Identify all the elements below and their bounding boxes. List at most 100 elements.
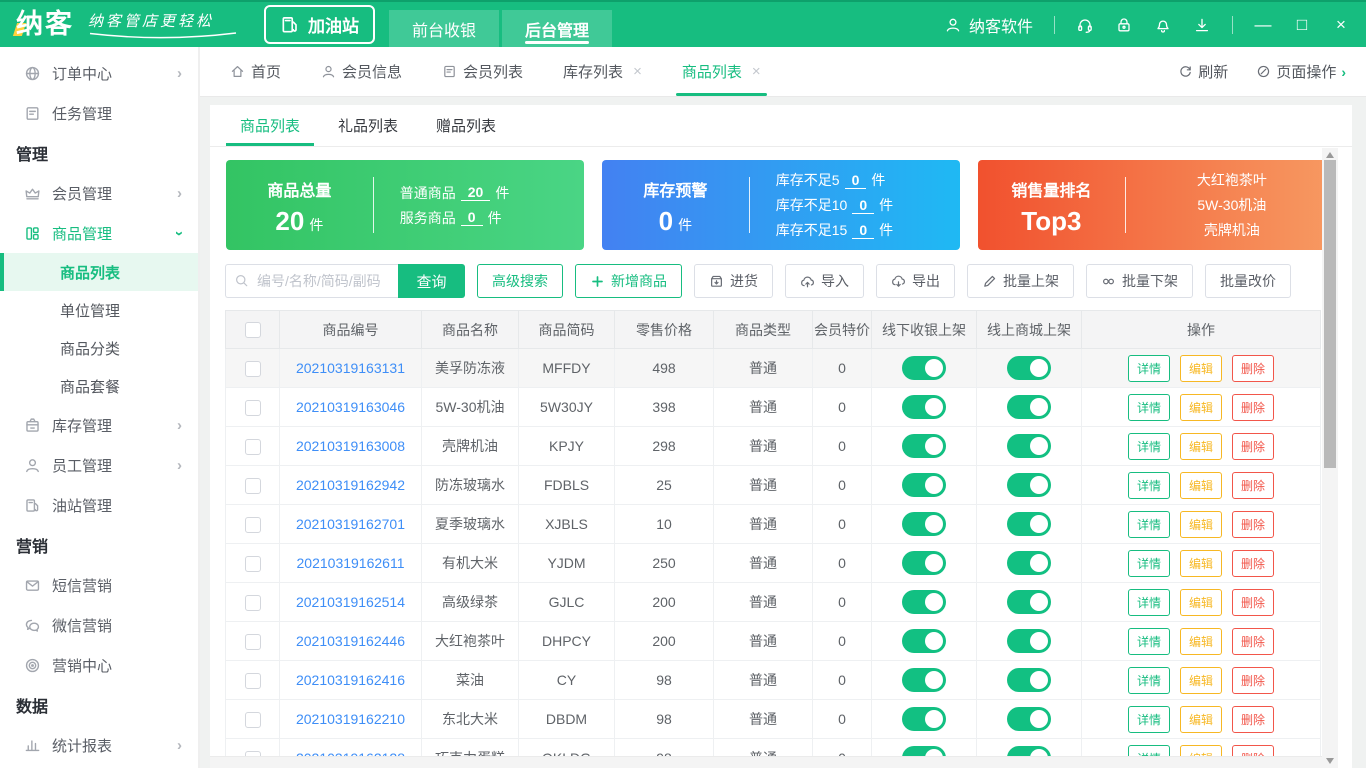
scroll-down-arrow[interactable] <box>1326 758 1334 764</box>
sidebar-item[interactable]: 油站管理 <box>0 485 198 525</box>
horizontal-scrollbar-track[interactable] <box>210 756 1336 768</box>
scrollbar-thumb[interactable] <box>1324 160 1336 468</box>
sidebar-item[interactable]: 微信营销 <box>0 605 198 645</box>
sidebar-item[interactable]: 会员管理 › <box>0 173 198 213</box>
close-icon[interactable]: × <box>633 63 642 80</box>
select-all-checkbox[interactable] <box>244 322 261 339</box>
edit-button[interactable]: 编辑 <box>1179 510 1222 538</box>
header-nav-tab[interactable]: 后台管理 <box>502 10 613 47</box>
offline-toggle[interactable] <box>902 434 946 458</box>
online-toggle[interactable] <box>1007 668 1051 692</box>
close-icon[interactable]: × <box>752 63 761 80</box>
sidebar-item[interactable]: 营销中心 <box>0 645 198 685</box>
detail-button[interactable]: 详情 <box>1127 510 1170 538</box>
detail-button[interactable]: 详情 <box>1127 627 1170 655</box>
page-tab[interactable]: 会员列表 <box>442 47 523 96</box>
toolbar-button[interactable]: 导入 <box>785 264 864 298</box>
row-checkbox[interactable] <box>244 399 261 416</box>
online-toggle[interactable] <box>1007 356 1051 380</box>
offline-toggle[interactable] <box>902 356 946 380</box>
sidebar-subitem[interactable]: 单位管理 <box>0 291 198 329</box>
edit-button[interactable]: 编辑 <box>1179 471 1222 499</box>
delete-button[interactable]: 删除 <box>1232 588 1275 616</box>
online-toggle[interactable] <box>1007 551 1051 575</box>
sidebar-item[interactable]: 库存管理 › <box>0 405 198 445</box>
product-id-link[interactable]: 20210319162942 <box>296 477 405 493</box>
detail-button[interactable]: 详情 <box>1127 471 1170 499</box>
product-id-link[interactable]: 20210319163008 <box>296 438 405 454</box>
sidebar-item[interactable]: 短信营销 <box>0 565 198 605</box>
edit-button[interactable]: 编辑 <box>1179 549 1222 577</box>
toolbar-button[interactable]: 批量上架 <box>967 264 1074 298</box>
online-toggle[interactable] <box>1007 512 1051 536</box>
edit-button[interactable]: 编辑 <box>1179 432 1222 460</box>
sidebar-subitem[interactable]: 商品套餐 <box>0 367 198 405</box>
close-button[interactable]: × <box>1332 16 1350 33</box>
online-toggle[interactable] <box>1007 707 1051 731</box>
product-id-link[interactable]: 20210319162210 <box>296 711 405 727</box>
detail-button[interactable]: 详情 <box>1127 705 1170 733</box>
sidebar-item[interactable]: 员工管理 › <box>0 445 198 485</box>
toolbar-button[interactable]: 批量下架 <box>1086 264 1193 298</box>
delete-button[interactable]: 删除 <box>1232 666 1275 694</box>
delete-button[interactable]: 删除 <box>1232 549 1275 577</box>
detail-button[interactable]: 详情 <box>1127 432 1170 460</box>
scroll-up-arrow[interactable] <box>1326 152 1334 158</box>
row-checkbox[interactable] <box>244 555 261 572</box>
offline-toggle[interactable] <box>902 668 946 692</box>
row-checkbox[interactable] <box>244 672 261 689</box>
online-toggle[interactable] <box>1007 590 1051 614</box>
offline-toggle[interactable] <box>902 395 946 419</box>
sidebar-item[interactable]: 任务管理 <box>0 93 198 133</box>
product-id-link[interactable]: 20210319163131 <box>296 360 405 376</box>
search-input[interactable] <box>225 264 398 298</box>
edit-button[interactable]: 编辑 <box>1179 627 1222 655</box>
online-toggle[interactable] <box>1007 629 1051 653</box>
sidebar-item[interactable]: 订单中心 › <box>0 53 198 93</box>
detail-button[interactable]: 详情 <box>1127 588 1170 616</box>
maximize-button[interactable]: □ <box>1293 16 1311 33</box>
offline-toggle[interactable] <box>902 629 946 653</box>
row-checkbox[interactable] <box>244 594 261 611</box>
user-box[interactable]: 纳客软件 <box>944 13 1033 37</box>
header-nav-tab[interactable]: 前台收银 <box>389 10 500 47</box>
detail-button[interactable]: 详情 <box>1127 354 1170 382</box>
bell-icon[interactable] <box>1154 16 1172 34</box>
product-id-link[interactable]: 20210319163046 <box>296 399 405 415</box>
delete-button[interactable]: 删除 <box>1232 393 1275 421</box>
minimize-button[interactable]: — <box>1254 16 1272 33</box>
refresh-button[interactable]: 刷新 <box>1178 61 1228 82</box>
content-tab[interactable]: 赠品列表 <box>432 105 500 146</box>
online-toggle[interactable] <box>1007 434 1051 458</box>
toolbar-button[interactable]: 新增商品 <box>575 264 682 298</box>
offline-toggle[interactable] <box>902 473 946 497</box>
edit-button[interactable]: 编辑 <box>1179 588 1222 616</box>
sidebar-item[interactable]: 商品管理 › <box>0 213 198 253</box>
product-id-link[interactable]: 20210319162416 <box>296 672 405 688</box>
edit-button[interactable]: 编辑 <box>1179 666 1222 694</box>
detail-button[interactable]: 详情 <box>1127 666 1170 694</box>
delete-button[interactable]: 删除 <box>1232 432 1275 460</box>
search-button[interactable]: 查询 <box>398 264 465 298</box>
toolbar-button[interactable]: 批量改价 <box>1205 264 1291 298</box>
delete-button[interactable]: 删除 <box>1232 705 1275 733</box>
sidebar-subitem[interactable]: 商品列表 <box>0 253 198 291</box>
page-tab[interactable]: 商品列表 × <box>675 47 767 96</box>
edit-button[interactable]: 编辑 <box>1179 354 1222 382</box>
delete-button[interactable]: 删除 <box>1232 510 1275 538</box>
edit-button[interactable]: 编辑 <box>1179 393 1222 421</box>
row-checkbox[interactable] <box>244 633 261 650</box>
offline-toggle[interactable] <box>902 512 946 536</box>
download-icon[interactable] <box>1193 16 1211 34</box>
row-checkbox[interactable] <box>244 477 261 494</box>
row-checkbox[interactable] <box>244 711 261 728</box>
headset-icon[interactable] <box>1076 16 1094 34</box>
product-id-link[interactable]: 20210319162701 <box>296 516 405 532</box>
page-tab[interactable]: 会员信息 <box>321 47 402 96</box>
detail-button[interactable]: 详情 <box>1127 393 1170 421</box>
row-checkbox[interactable] <box>244 516 261 533</box>
delete-button[interactable]: 删除 <box>1232 354 1275 382</box>
product-id-link[interactable]: 20210319162611 <box>297 555 405 571</box>
offline-toggle[interactable] <box>902 707 946 731</box>
vertical-scrollbar[interactable] <box>1322 148 1338 768</box>
